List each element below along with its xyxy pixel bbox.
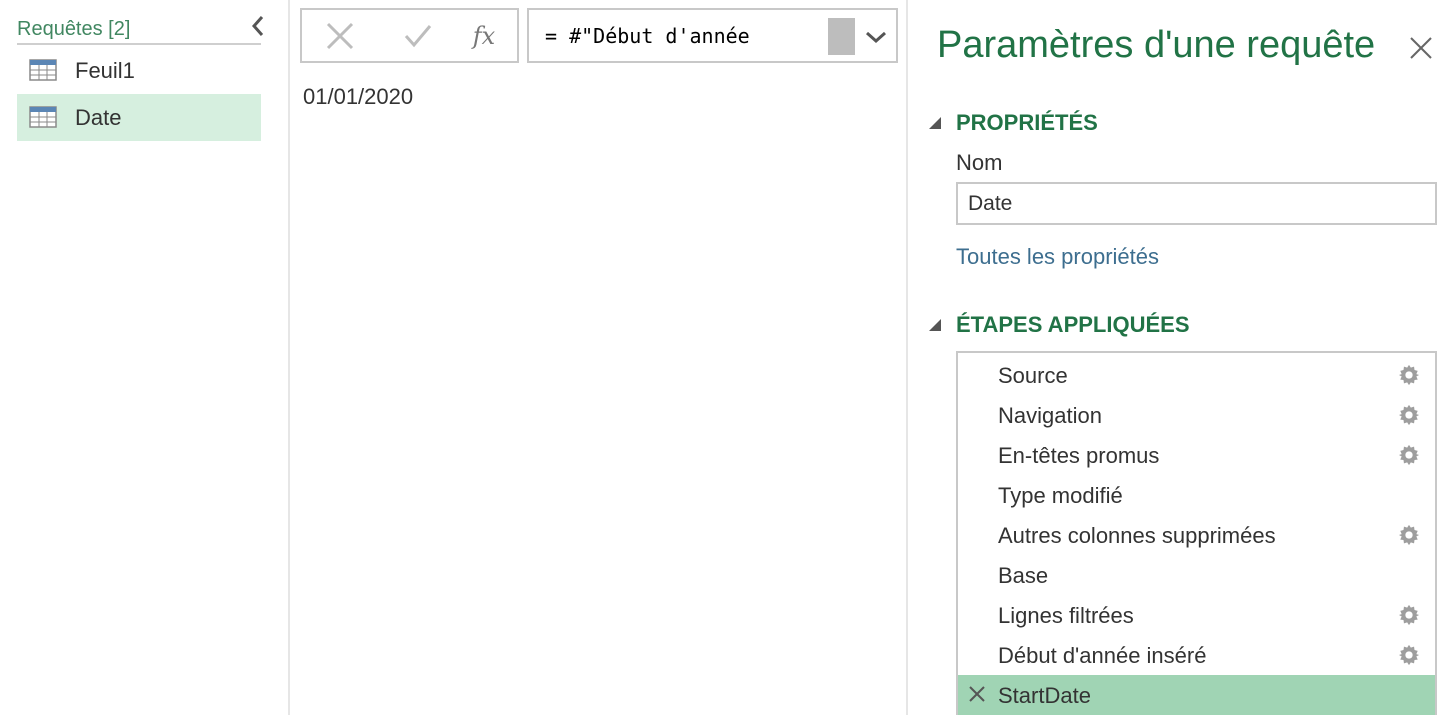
- commit-formula-button[interactable]: [390, 10, 446, 61]
- query-item-feuil1[interactable]: Feuil1: [17, 47, 261, 94]
- close-icon: [326, 22, 354, 49]
- formula-text[interactable]: = #"Début d'année: [545, 24, 750, 48]
- chevron-left-icon: [251, 16, 264, 36]
- step-label: Base: [998, 563, 1049, 588]
- gear-icon[interactable]: [1398, 524, 1420, 546]
- step-navigation[interactable]: Navigation: [958, 395, 1435, 435]
- insert-function-button[interactable]: fx: [456, 10, 512, 61]
- collapse-triangle-icon: [929, 319, 941, 331]
- gear-icon[interactable]: [1398, 444, 1420, 466]
- step-label: Navigation: [998, 403, 1102, 428]
- name-label: Nom: [956, 150, 1003, 175]
- step-changed-type[interactable]: Type modifié: [958, 475, 1435, 515]
- properties-heading: PROPRIÉTÉS: [956, 110, 1098, 135]
- query-item-label: Date: [75, 104, 122, 130]
- query-name-input[interactable]: [956, 182, 1437, 225]
- collapse-pane-button[interactable]: [247, 14, 269, 38]
- cancel-formula-button[interactable]: [312, 10, 368, 61]
- settings-title: Paramètres d'une requête: [937, 24, 1376, 66]
- formula-buttons: fx: [300, 8, 519, 63]
- step-startdate[interactable]: StartDate: [958, 675, 1435, 715]
- gear-icon[interactable]: [1398, 364, 1420, 386]
- properties-section-toggle[interactable]: PROPRIÉTÉS: [928, 110, 1098, 136]
- power-query-editor: Requêtes [2] Feuil1 Date fx = #"Début d'…: [0, 0, 1443, 715]
- applied-steps-heading: ÉTAPES APPLIQUÉES: [956, 312, 1190, 337]
- step-base[interactable]: Base: [958, 555, 1435, 595]
- applied-steps-section-toggle[interactable]: ÉTAPES APPLIQUÉES: [928, 312, 1190, 338]
- chevron-down-icon: [866, 31, 886, 43]
- fx-label: fx: [472, 21, 496, 50]
- table-icon: [29, 106, 57, 128]
- queries-header: Requêtes [2]: [17, 12, 264, 45]
- query-item-date[interactable]: Date: [17, 94, 261, 141]
- all-properties-link[interactable]: Toutes les propriétés: [956, 244, 1159, 270]
- formula-scrollbar[interactable]: [828, 18, 855, 55]
- close-icon: [1410, 37, 1432, 59]
- gear-icon[interactable]: [1398, 404, 1420, 426]
- step-promoted-headers[interactable]: En-têtes promus: [958, 435, 1435, 475]
- query-settings-pane: Paramètres d'une requête PROPRIÉTÉS Nom …: [910, 0, 1443, 715]
- preview-pane: fx = #"Début d'année 01/01/2020: [292, 0, 908, 715]
- step-inserted-start-of-year[interactable]: Début d'année inséré: [958, 635, 1435, 675]
- step-filtered-rows[interactable]: Lignes filtrées: [958, 595, 1435, 635]
- result-value: 01/01/2020: [303, 84, 414, 109]
- gear-icon[interactable]: [1398, 604, 1420, 626]
- step-label: Lignes filtrées: [998, 603, 1134, 628]
- collapse-triangle-icon: [929, 117, 941, 129]
- step-label: Source: [998, 363, 1068, 388]
- step-label: StartDate: [998, 683, 1091, 708]
- step-label: En-têtes promus: [998, 443, 1160, 468]
- applied-steps-list: Source Navigation En-têtes promus Type m…: [956, 351, 1437, 715]
- close-settings-button[interactable]: [1406, 33, 1436, 63]
- step-label: Autres colonnes supprimées: [998, 523, 1276, 548]
- queries-title: Requêtes [2]: [17, 18, 131, 40]
- formula-bar[interactable]: = #"Début d'année: [527, 8, 898, 63]
- queries-pane: Requêtes [2] Feuil1 Date: [0, 0, 290, 715]
- step-source[interactable]: Source: [958, 355, 1435, 395]
- delete-step-icon[interactable]: [968, 685, 986, 703]
- gear-icon[interactable]: [1398, 644, 1420, 666]
- expand-formula-button[interactable]: [861, 18, 891, 55]
- query-item-label: Feuil1: [75, 57, 135, 83]
- checkmark-icon: [404, 24, 432, 47]
- table-icon: [29, 59, 57, 81]
- step-label: Début d'année inséré: [998, 643, 1207, 668]
- step-label: Type modifié: [998, 483, 1123, 508]
- step-removed-other-columns[interactable]: Autres colonnes supprimées: [958, 515, 1435, 555]
